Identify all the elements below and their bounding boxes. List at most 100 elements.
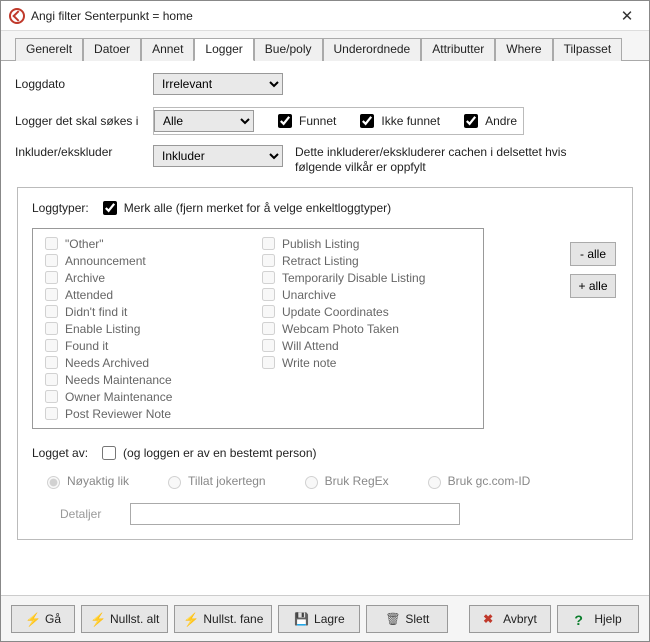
logtype-item[interactable]: Didn't find it <box>41 303 258 320</box>
logtype-item[interactable]: Write note <box>258 354 475 371</box>
details-input[interactable] <box>130 503 460 525</box>
loggedby-label: Logget av: <box>32 446 88 460</box>
logtype-item[interactable]: Publish Listing <box>258 235 475 252</box>
logtype-checkbox[interactable] <box>45 356 58 369</box>
logtype-checkbox[interactable] <box>45 237 58 250</box>
tab-tilpasset[interactable]: Tilpasset <box>553 38 623 61</box>
loggedby-checkbox[interactable] <box>102 446 116 460</box>
logtype-label: Needs Archived <box>65 356 149 370</box>
include-select[interactable]: Inkluder <box>153 145 283 167</box>
logtype-label: Post Reviewer Note <box>65 407 171 421</box>
logtype-item[interactable]: "Other" <box>41 235 258 252</box>
logtype-item[interactable]: Post Reviewer Note <box>41 405 258 422</box>
tab-content: Loggdato Irrelevant Logger det skal søke… <box>1 61 649 595</box>
logtype-item[interactable]: Webcam Photo Taken <box>258 320 475 337</box>
go-button[interactable]: Gå <box>11 605 75 633</box>
logtype-label: Didn't find it <box>65 305 127 319</box>
logtype-checkbox[interactable] <box>262 322 275 335</box>
markall-checkbox[interactable] <box>103 201 117 215</box>
logtype-label: Write note <box>282 356 336 370</box>
logtype-checkbox[interactable] <box>45 305 58 318</box>
button-label: Nullst. alt <box>110 612 159 626</box>
button-label: Lagre <box>314 612 345 626</box>
button-label: + alle <box>578 279 607 293</box>
logtype-checkbox[interactable] <box>45 288 58 301</box>
found-checkbox[interactable] <box>278 114 292 128</box>
logtype-checkbox[interactable] <box>45 373 58 386</box>
tab-logger[interactable]: Logger <box>194 38 253 61</box>
reset-all-button[interactable]: Nullst. alt <box>81 605 168 633</box>
tab-datoer[interactable]: Datoer <box>83 38 141 61</box>
tab-buepoly[interactable]: Bue/poly <box>254 38 323 61</box>
tab-generelt[interactable]: Generelt <box>15 38 83 61</box>
bolt-icon <box>183 612 197 626</box>
logtype-item[interactable]: Archive <box>41 269 258 286</box>
tab-strip: Generelt Datoer Annet Logger Bue/poly Un… <box>1 31 649 61</box>
include-label: Inkluder/ekskluder <box>15 145 153 159</box>
bolt-icon <box>25 612 39 626</box>
logtype-item[interactable]: Announcement <box>41 252 258 269</box>
logtype-item[interactable]: Temporarily Disable Listing <box>258 269 475 286</box>
logdate-select[interactable]: Irrelevant <box>153 73 283 95</box>
other-label: Andre <box>485 114 517 128</box>
button-label: Nullst. fane <box>203 612 263 626</box>
wildcard-radio[interactable] <box>168 476 181 489</box>
logtype-checkbox[interactable] <box>262 254 275 267</box>
logtype-item[interactable]: Owner Maintenance <box>41 388 258 405</box>
tab-label: Generelt <box>26 42 72 56</box>
logtype-label: Archive <box>65 271 105 285</box>
dialog-window: Angi filter Senterpunkt = home ✕ Generel… <box>0 0 650 642</box>
logtype-checkbox[interactable] <box>262 305 275 318</box>
logtype-item[interactable]: Unarchive <box>258 286 475 303</box>
logtype-item[interactable]: Found it <box>41 337 258 354</box>
logtypes-label: Loggtyper: <box>32 201 89 215</box>
tab-where[interactable]: Where <box>495 38 552 61</box>
deselect-all-button[interactable]: - alle <box>570 242 616 266</box>
logtype-item[interactable]: Retract Listing <box>258 252 475 269</box>
logtype-checkbox[interactable] <box>262 339 275 352</box>
gcid-radio[interactable] <box>428 476 441 489</box>
other-checkbox[interactable] <box>464 114 478 128</box>
logtype-checkbox[interactable] <box>45 254 58 267</box>
save-icon <box>294 612 308 626</box>
logtype-label: Temporarily Disable Listing <box>282 271 425 285</box>
logtype-checkbox[interactable] <box>45 271 58 284</box>
exact-radio[interactable] <box>47 476 60 489</box>
logtype-checkbox[interactable] <box>45 339 58 352</box>
logtype-checkbox[interactable] <box>45 407 58 420</box>
logtype-checkbox[interactable] <box>262 356 275 369</box>
tab-attributter[interactable]: Attributter <box>421 38 495 61</box>
bolt-icon <box>90 612 104 626</box>
logtype-checkbox[interactable] <box>262 237 275 250</box>
logtype-item[interactable]: Needs Maintenance <box>41 371 258 388</box>
save-button[interactable]: Lagre <box>278 605 360 633</box>
select-all-button[interactable]: + alle <box>570 274 616 298</box>
logtype-label: Announcement <box>65 254 146 268</box>
logtype-checkbox[interactable] <box>262 271 275 284</box>
notfound-checkbox[interactable] <box>360 114 374 128</box>
logtype-checkbox[interactable] <box>45 322 58 335</box>
app-icon <box>9 8 25 24</box>
radio-label: Bruk gc.com-ID <box>448 474 531 488</box>
regex-radio[interactable] <box>305 476 318 489</box>
logtype-item[interactable]: Update Coordinates <box>258 303 475 320</box>
found-label: Funnet <box>299 114 336 128</box>
cancel-button[interactable]: Avbryt <box>469 605 551 633</box>
help-button[interactable]: Hjelp <box>557 605 639 633</box>
markall-label: Merk alle (fjern merket for å velge enke… <box>124 201 391 215</box>
close-button[interactable]: ✕ <box>605 1 649 31</box>
tab-label: Underordnede <box>334 42 411 56</box>
search-in-select[interactable]: Alle <box>154 110 254 132</box>
logtype-item[interactable]: Enable Listing <box>41 320 258 337</box>
tab-annet[interactable]: Annet <box>141 38 194 61</box>
radio-label: Tillat jokertegn <box>188 474 266 488</box>
logtype-checkbox[interactable] <box>45 390 58 403</box>
logtype-item[interactable]: Attended <box>41 286 258 303</box>
tab-underordnede[interactable]: Underordnede <box>323 38 422 61</box>
logtype-checkbox[interactable] <box>262 288 275 301</box>
logtype-item[interactable]: Needs Archived <box>41 354 258 371</box>
logtype-item[interactable]: Will Attend <box>258 337 475 354</box>
delete-button[interactable]: Slett <box>366 605 448 633</box>
tab-label: Annet <box>152 42 183 56</box>
reset-tab-button[interactable]: Nullst. fane <box>174 605 272 633</box>
